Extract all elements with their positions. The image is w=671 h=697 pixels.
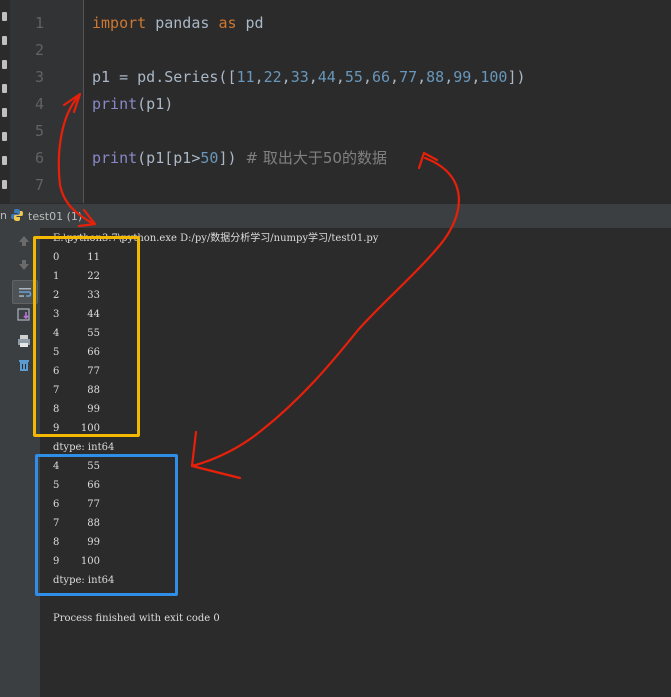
highlight-box-all-values (33, 236, 140, 437)
edge-marker (2, 60, 7, 69)
number-literal: 55 (344, 68, 363, 86)
comma: , (390, 68, 400, 86)
number-literal: 50 (200, 149, 219, 167)
number-literal: 88 (426, 68, 445, 86)
code-line-print-filtered[interactable]: print(p1[p1>50]) # 取出大于50的数据 (92, 145, 387, 172)
edge-marker (2, 108, 7, 117)
line-number: 4 (34, 95, 44, 113)
line-number: 3 (34, 68, 44, 86)
edge-marker (2, 84, 7, 93)
number-literal: 11 (236, 68, 255, 86)
scroll-to-end-icon[interactable] (14, 306, 34, 324)
print-icon[interactable] (14, 332, 34, 350)
comma: , (444, 68, 454, 86)
comma: , (281, 68, 291, 86)
number-literal: 99 (453, 68, 472, 86)
series-constructor: p1 = pd.Series([ (92, 68, 237, 86)
python-icon (10, 207, 24, 226)
line-number: 1 (34, 14, 44, 32)
edge-marker (2, 12, 7, 21)
builtin-print: print (92, 95, 138, 113)
edge-marker (2, 156, 7, 165)
number-literal: 77 (399, 68, 418, 86)
edge-marker (2, 180, 7, 189)
rerun-up-icon[interactable] (14, 232, 34, 250)
run-tab[interactable]: test01 (1) (10, 207, 82, 225)
filter-expr-close: ]) (218, 149, 246, 167)
code-line-series[interactable]: p1 = pd.Series([11,22,33,44,55,66,77,88,… (92, 64, 526, 91)
keyword-import: import (92, 14, 147, 32)
number-literal: 44 (317, 68, 336, 86)
code-line-import[interactable]: import pandas as pd (92, 10, 264, 37)
print-args: (p1) (137, 95, 174, 113)
editor-edge-strip (0, 0, 10, 203)
code-line-print-all[interactable]: print(p1) (92, 91, 173, 118)
number-literal: 33 (290, 68, 309, 86)
builtin-print: print (92, 149, 138, 167)
highlight-box-filtered-values (35, 454, 178, 596)
edge-marker (2, 36, 7, 45)
closing-brackets: ]) (507, 68, 526, 86)
number-literal: 22 (263, 68, 282, 86)
rerun-down-icon[interactable] (14, 256, 34, 274)
edge-marker (2, 132, 7, 141)
filter-expr: (p1[p1> (137, 149, 201, 167)
comma: , (471, 68, 481, 86)
comma: , (254, 68, 264, 86)
module-alias: pd (236, 14, 264, 32)
run-panel-header: n test01 (1) (0, 203, 671, 229)
run-tab-label: test01 (1) (28, 209, 83, 223)
line-number: 2 (34, 41, 44, 59)
line-number: 5 (34, 122, 44, 140)
comma: , (308, 68, 318, 86)
comma: , (417, 68, 427, 86)
code-editor[interactable]: 1 2 3 4 5 6 7 import pandas as pd p1 = p… (0, 0, 671, 203)
exit-message: Process finished with exit code 0 (53, 613, 220, 624)
run-panel-prefix: n (0, 209, 7, 222)
line-number: 6 (34, 149, 44, 167)
line-number-gutter: 1 2 3 4 5 6 7 (10, 0, 84, 203)
line-number: 7 (34, 176, 44, 194)
number-literal: 66 (371, 68, 391, 86)
keyword-as: as (218, 14, 237, 32)
trash-icon[interactable] (14, 356, 34, 374)
comma: , (362, 68, 372, 86)
comma: , (335, 68, 345, 86)
module-name: pandas (146, 14, 219, 32)
number-literal: 100 (480, 68, 508, 86)
code-comment: # 取出大于50的数据 (245, 149, 387, 167)
